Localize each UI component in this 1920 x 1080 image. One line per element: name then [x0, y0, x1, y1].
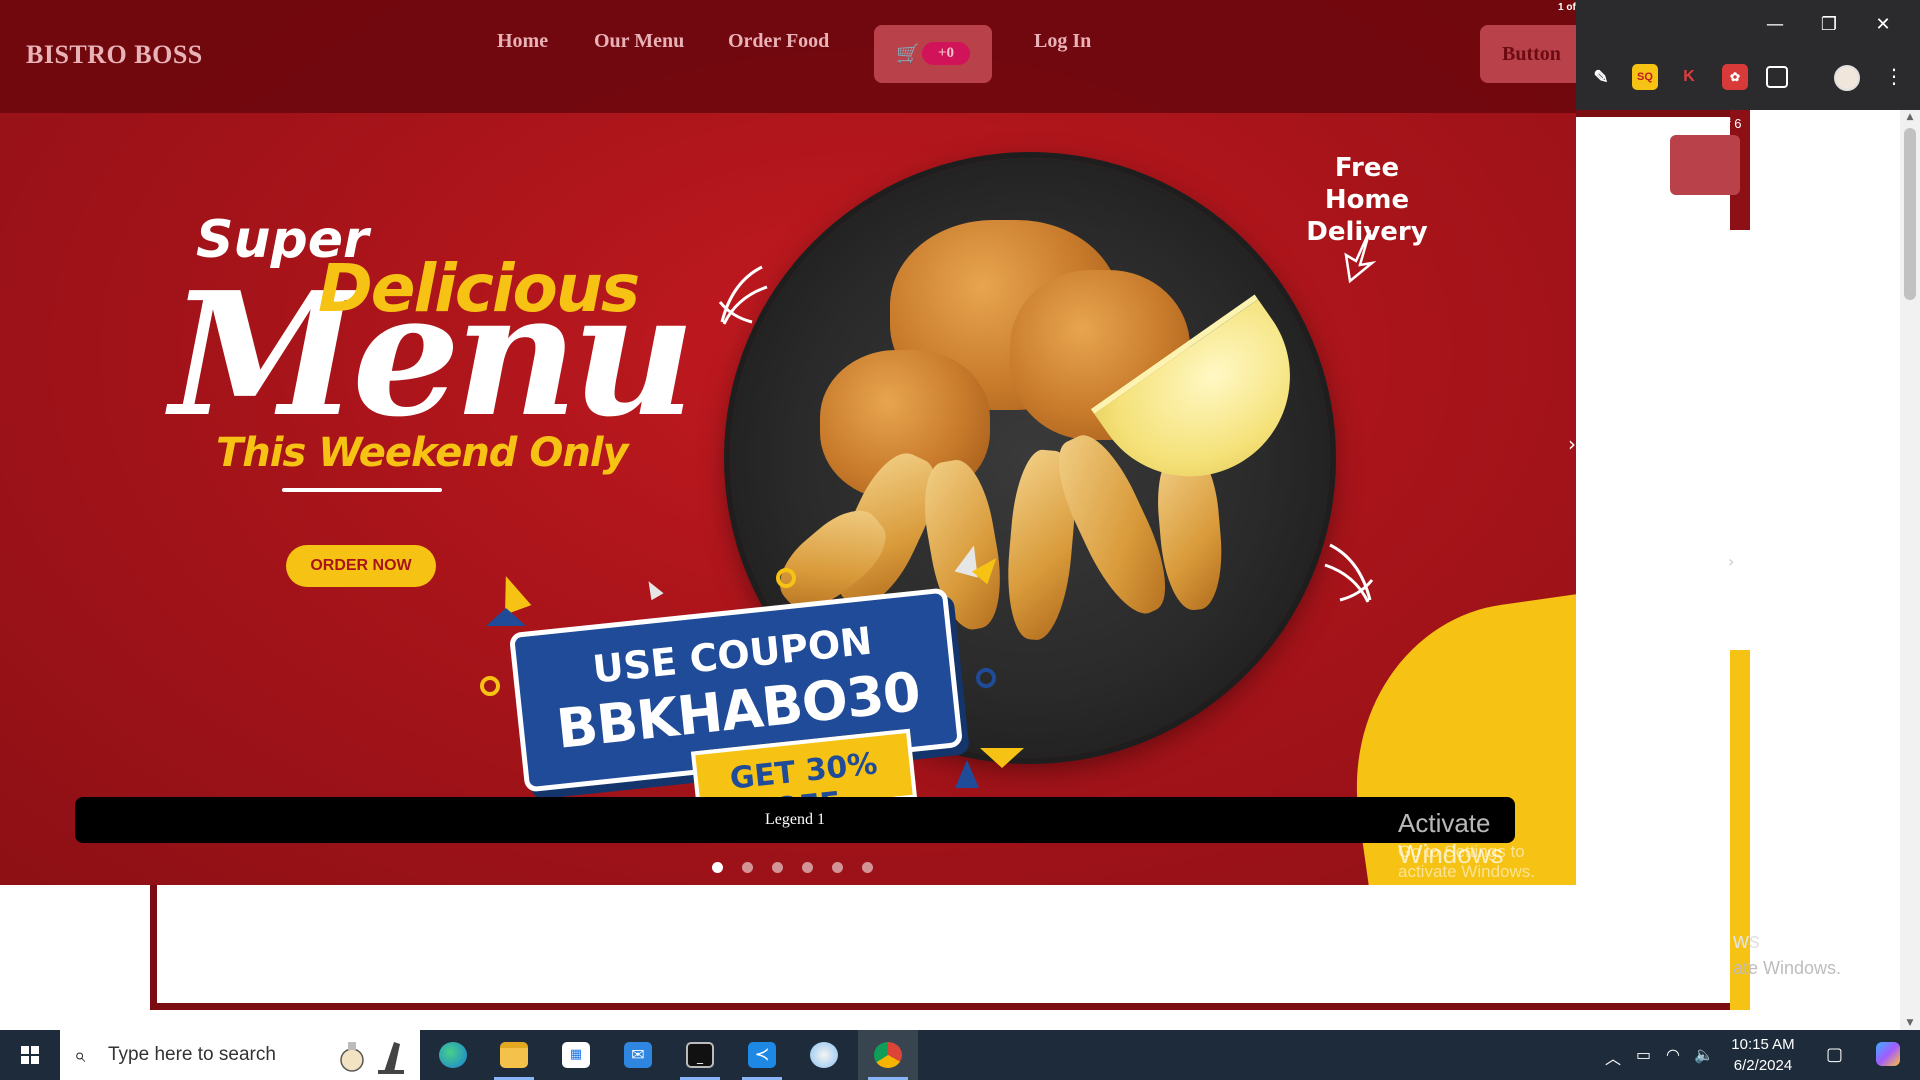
volume-icon[interactable]: 🔈 — [1694, 1045, 1714, 1064]
confetti-shape — [955, 760, 979, 788]
taskbar-terminal[interactable]: _ — [670, 1030, 730, 1080]
edge-icon — [439, 1042, 467, 1068]
profile-avatar[interactable] — [1834, 65, 1860, 91]
start-button[interactable] — [0, 1030, 60, 1080]
browser-toolbar: — ❐ ✕ ✎ SQ K ✿ — [1576, 0, 1920, 110]
nav-our-menu[interactable]: Our Menu — [594, 30, 684, 53]
headline-weekend: This Weekend Only — [216, 430, 629, 476]
paint-icon — [810, 1042, 838, 1068]
chrome-icon — [874, 1042, 902, 1068]
taskbar-search-box[interactable]: ⌕ Type here to search — [60, 1030, 420, 1080]
wifi-icon[interactable]: ◠ — [1666, 1045, 1680, 1064]
stale-activate-subtitle: ate Windows. — [1733, 958, 1842, 978]
confetti-shape — [486, 608, 526, 626]
taskbar-vscode[interactable]: ≺ — [732, 1030, 792, 1080]
sparkle-icon — [1324, 543, 1374, 603]
chevron-up-icon[interactable]: ︿ — [1605, 1045, 1621, 1069]
carousel-next-arrow-icon[interactable]: › — [1568, 432, 1576, 456]
ring-decor — [776, 568, 796, 588]
k-extension-icon[interactable]: K — [1676, 64, 1702, 90]
mail-icon: ✉ — [624, 1042, 652, 1068]
page-scrollbar[interactable]: ▲ ▼ — [1900, 110, 1920, 1030]
search-icon: ⌕ — [74, 1043, 86, 1067]
vscode-icon: ≺ — [748, 1042, 776, 1068]
system-clock[interactable]: 10:15 AM 6/2/2024 — [1723, 1034, 1803, 1076]
taskbar-chrome[interactable] — [858, 1030, 918, 1080]
store-icon: ▦ — [562, 1042, 590, 1068]
hero-banner: Super Menu Delicious This Weekend Only O… — [0, 0, 1576, 885]
sparkle-icon — [718, 265, 768, 325]
order-now-button[interactable]: ORDER NOW — [286, 545, 436, 587]
stale-cta-button — [1670, 135, 1740, 195]
sq-extension-icon[interactable]: SQ — [1632, 64, 1658, 90]
battery-icon[interactable]: ▭ — [1636, 1045, 1651, 1064]
stale-chevron-icon: › — [1728, 552, 1735, 571]
carousel-dot[interactable] — [772, 862, 783, 873]
scroll-up-arrow-icon[interactable]: ▲ — [1900, 112, 1920, 122]
ring-decor — [976, 668, 996, 688]
puzzle-extension-icon[interactable] — [1766, 66, 1788, 88]
carousel-dot[interactable] — [742, 862, 753, 873]
site-navbar: BISTRO BOSS Home Our Menu Order Food 🛒 +… — [0, 0, 1576, 113]
headline-delicious: Delicious — [318, 250, 640, 327]
cart-icon: 🛒 — [896, 43, 920, 65]
restore-button[interactable]: ❐ — [1806, 10, 1852, 40]
headline-underline — [282, 488, 442, 492]
search-highlight-icon — [340, 1042, 404, 1074]
scroll-down-arrow-icon[interactable]: ▼ — [1900, 1018, 1920, 1028]
nav-log-in[interactable]: Log In — [1034, 30, 1091, 53]
activate-windows-subtitle: Go to Settings to activate Windows. — [1398, 842, 1535, 881]
ring-decor — [480, 676, 500, 696]
page-counter: 1 of — [1558, 2, 1576, 13]
confetti-shape — [980, 748, 1024, 768]
stale-activate-title: ws — [1733, 928, 1760, 953]
cart-button[interactable]: 🛒 +0 — [874, 25, 992, 83]
taskbar-mail[interactable]: ✉ — [608, 1030, 668, 1080]
carousel-dot[interactable] — [712, 862, 723, 873]
brand-logo[interactable]: BISTRO BOSS — [26, 40, 203, 70]
carousel-legend: Legend 1 — [75, 797, 1515, 843]
cart-count-badge: +0 — [922, 42, 970, 65]
windows-logo-icon — [21, 1046, 40, 1065]
taskbar-file-explorer[interactable] — [484, 1030, 544, 1080]
carousel-dot[interactable] — [862, 862, 873, 873]
scroll-thumb[interactable] — [1904, 128, 1916, 300]
copilot-icon[interactable] — [1876, 1042, 1900, 1066]
taskbar-edge[interactable] — [423, 1030, 483, 1080]
bistro-boss-site: Super Menu Delicious This Weekend Only O… — [0, 0, 1576, 885]
clock-date: 6/2/2024 — [1733, 1057, 1793, 1074]
arrow-icon — [1344, 229, 1377, 284]
stale-page-counter: f 6 — [1727, 116, 1742, 131]
eyedropper-extension-icon[interactable]: ✎ — [1588, 64, 1614, 90]
cta-button[interactable]: Button — [1480, 25, 1576, 83]
folder-icon — [500, 1042, 528, 1068]
carousel-dot[interactable] — [832, 862, 843, 873]
terminal-icon: _ — [686, 1042, 714, 1068]
legend-label: Legend 1 — [765, 811, 825, 828]
windows-taskbar: ⌕ Type here to search ▦ ✉ _ ≺ ︿ ▭ ◠ 🔈 ▢ — [0, 1030, 1920, 1080]
nav-home[interactable]: Home — [497, 30, 548, 53]
taskbar-store[interactable]: ▦ — [546, 1030, 606, 1080]
stale-yellow-shape — [1730, 650, 1750, 1010]
confetti-shape — [642, 577, 664, 601]
taskbar-paint[interactable] — [794, 1030, 854, 1080]
search-placeholder: Type here to search — [108, 1044, 276, 1065]
nav-order-food[interactable]: Order Food — [728, 30, 829, 53]
chrome-menu-icon[interactable]: ⋮ — [1884, 64, 1904, 88]
red-extension-icon[interactable]: ✿ — [1722, 64, 1748, 90]
notification-icon[interactable]: ▢ — [1826, 1044, 1843, 1065]
close-button[interactable]: ✕ — [1860, 10, 1906, 40]
clock-time: 10:15 AM — [1731, 1036, 1795, 1053]
minimize-button[interactable]: — — [1752, 10, 1798, 40]
carousel-dot[interactable] — [802, 862, 813, 873]
